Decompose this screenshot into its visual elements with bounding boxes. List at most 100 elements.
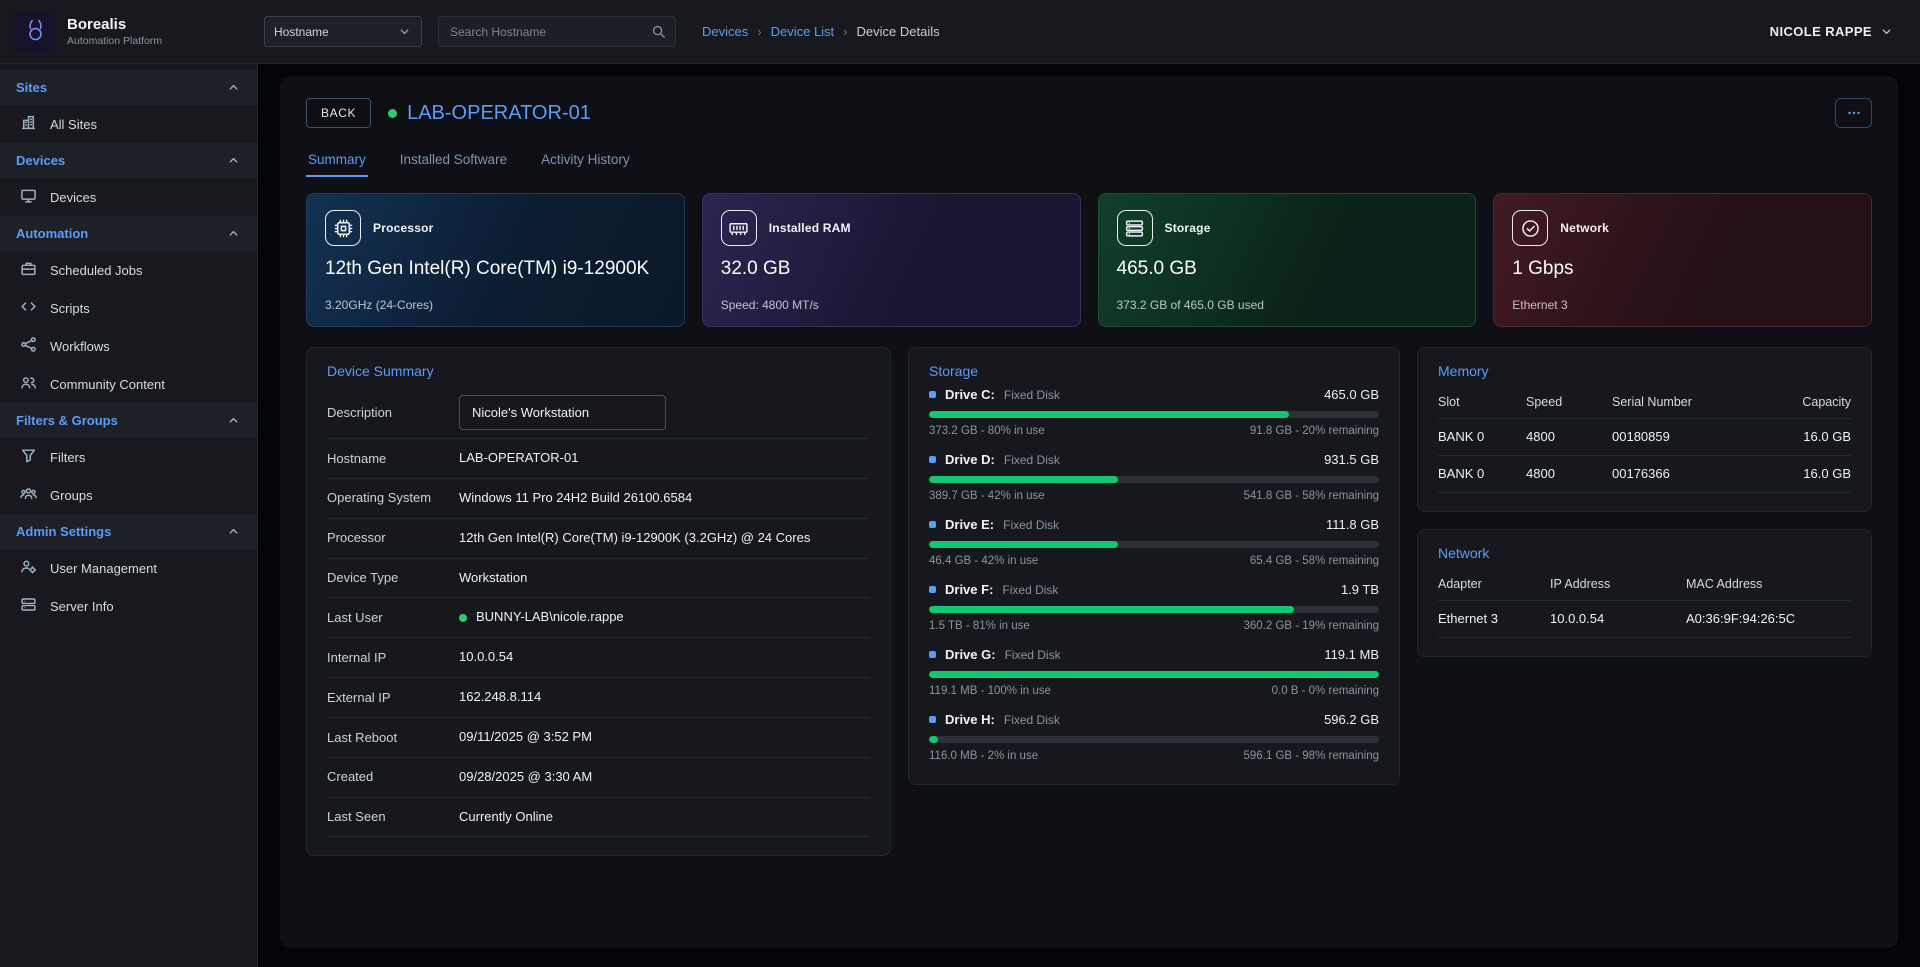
server-icon	[20, 596, 37, 616]
summary-label: Last User	[327, 609, 459, 627]
sidebar-item-scheduled-jobs[interactable]: Scheduled Jobs	[0, 251, 257, 289]
drive-row-e: Drive E: Fixed Disk 111.8 GB 46.4 GB - 4…	[929, 517, 1379, 567]
drive-size: 596.2 GB	[1324, 712, 1379, 727]
stat-label: Installed RAM	[769, 221, 851, 235]
sidebar-item-label: Server Info	[50, 599, 114, 614]
summary-label: Last Reboot	[327, 729, 459, 747]
user-name: NICOLE RAPPE	[1770, 24, 1872, 39]
brand[interactable]: Borealis Automation Platform	[0, 0, 258, 63]
tab-activity-history[interactable]: Activity History	[539, 142, 632, 177]
summary-row-internal-ip: Internal IP 10.0.0.54	[327, 638, 870, 678]
summary-row-last-seen: Last Seen Currently Online	[327, 798, 870, 838]
devices-icon	[20, 187, 37, 207]
summary-label: Last Seen	[327, 808, 459, 826]
memory-capacity: 16.0 GB	[1762, 466, 1851, 481]
page-header: BACK LAB-OPERATOR-01	[306, 98, 1872, 128]
device-summary-panel: Device Summary Description Hostname LAB-…	[306, 347, 891, 856]
drive-name: Drive E:	[945, 517, 994, 532]
search-icon[interactable]	[651, 24, 666, 39]
sidebar-item-label: Community Content	[50, 377, 165, 392]
summary-value: 162.248.8.114	[459, 688, 870, 707]
summary-row-processor: Processor 12th Gen Intel(R) Core(TM) i9-…	[327, 519, 870, 559]
brand-text: Borealis Automation Platform	[67, 16, 162, 47]
sidebar-item-workflows[interactable]: Workflows	[0, 327, 257, 365]
drive-usage-fill	[929, 736, 938, 743]
sidebar-section-sites[interactable]: Sites	[0, 70, 257, 105]
network-ip: 10.0.0.54	[1550, 611, 1686, 626]
sidebar-section-filters-groups[interactable]: Filters & Groups	[0, 403, 257, 438]
sidebar-item-label: User Management	[50, 561, 157, 576]
tab-installed-software[interactable]: Installed Software	[398, 142, 509, 177]
stat-label: Processor	[373, 221, 434, 235]
online-status-dot	[388, 109, 397, 118]
drive-row-d: Drive D: Fixed Disk 931.5 GB 389.7 GB - …	[929, 452, 1379, 502]
sidebar-section-automation[interactable]: Automation	[0, 216, 257, 251]
drive-name: Drive H:	[945, 712, 995, 727]
search-input[interactable]	[448, 24, 651, 40]
hostname-filter-select[interactable]: Hostname	[264, 16, 422, 47]
description-input[interactable]	[459, 395, 666, 430]
stat-cards: Processor 12th Gen Intel(R) Core(TM) i9-…	[306, 193, 1872, 327]
breadcrumb-link-device-list[interactable]: Device List	[771, 24, 835, 39]
more-options-button[interactable]	[1835, 98, 1872, 128]
drive-used: 389.7 GB - 42% in use	[929, 490, 1045, 502]
sidebar-item-devices[interactable]: Devices	[0, 178, 257, 216]
summary-label: Processor	[327, 529, 459, 547]
user-gear-icon	[20, 558, 37, 578]
drive-remaining: 91.8 GB - 20% remaining	[1250, 425, 1379, 437]
summary-label: Hostname	[327, 450, 459, 468]
column-header: Speed	[1526, 395, 1612, 409]
user-menu[interactable]: NICOLE RAPPE	[1770, 24, 1920, 39]
sidebar-item-server-info[interactable]: Server Info	[0, 587, 257, 625]
sidebar-section-devices[interactable]: Devices	[0, 143, 257, 178]
hostname-filter-value: Hostname	[274, 25, 329, 39]
network-row: Ethernet 3 10.0.0.54 A0:36:9F:94:26:5C	[1438, 600, 1851, 637]
drive-name: Drive C:	[945, 387, 995, 402]
network-adapter: Ethernet 3	[1438, 611, 1550, 626]
sidebar-item-groups[interactable]: Groups	[0, 476, 257, 514]
chevron-down-icon	[1879, 24, 1894, 39]
sidebar-item-user-management[interactable]: User Management	[0, 549, 257, 587]
panel-title: Network	[1438, 545, 1851, 561]
drive-usage-bar	[929, 671, 1379, 678]
drive-bullet-icon	[929, 456, 936, 463]
sidebar-item-all-sites[interactable]: All Sites	[0, 105, 257, 143]
memory-speed: 4800	[1526, 466, 1612, 481]
briefcase-icon	[20, 260, 37, 280]
tab-summary[interactable]: Summary	[306, 142, 368, 177]
column-header: Capacity	[1762, 395, 1851, 409]
sidebar-item-label: Filters	[50, 450, 85, 465]
drive-used: 116.0 MB - 2% in use	[929, 750, 1038, 762]
stat-label: Network	[1560, 221, 1609, 235]
stat-value: 465.0 GB	[1117, 258, 1458, 280]
sidebar-item-community-content[interactable]: Community Content	[0, 365, 257, 403]
sidebar-item-scripts[interactable]: Scripts	[0, 289, 257, 327]
back-button[interactable]: BACK	[306, 98, 371, 128]
sidebar-item-label: Groups	[50, 488, 93, 503]
chevron-down-icon	[397, 24, 412, 39]
drive-used: 1.5 TB - 81% in use	[929, 620, 1030, 632]
search-hostname-box[interactable]	[438, 16, 676, 47]
column-header: Serial Number	[1612, 395, 1762, 409]
memory-slot: BANK 0	[1438, 429, 1526, 444]
stat-footer: Speed: 4800 MT/s	[721, 298, 1062, 312]
section-label: Automation	[16, 226, 88, 241]
chevron-up-icon	[226, 413, 241, 428]
memory-speed: 4800	[1526, 429, 1612, 444]
panel-title: Memory	[1438, 363, 1851, 379]
sidebar-item-filters[interactable]: Filters	[0, 438, 257, 476]
drive-type: Fixed Disk	[1005, 648, 1061, 662]
drive-usage-fill	[929, 411, 1289, 418]
stat-footer: Ethernet 3	[1512, 298, 1853, 312]
code-icon	[20, 298, 37, 318]
drive-name: Drive D:	[945, 452, 995, 467]
summary-label: Operating System	[327, 489, 459, 507]
summary-value: 12th Gen Intel(R) Core(TM) i9-12900K (3.…	[459, 529, 870, 548]
panel-title: Device Summary	[327, 363, 870, 379]
sidebar-section-admin-settings[interactable]: Admin Settings	[0, 514, 257, 549]
summary-row-device-type: Device Type Workstation	[327, 559, 870, 599]
section-label: Devices	[16, 153, 65, 168]
stat-value: 12th Gen Intel(R) Core(TM) i9-12900K	[325, 258, 666, 280]
breadcrumb-link-devices[interactable]: Devices	[702, 24, 748, 39]
drive-row-g: Drive G: Fixed Disk 119.1 MB 119.1 MB - …	[929, 647, 1379, 697]
